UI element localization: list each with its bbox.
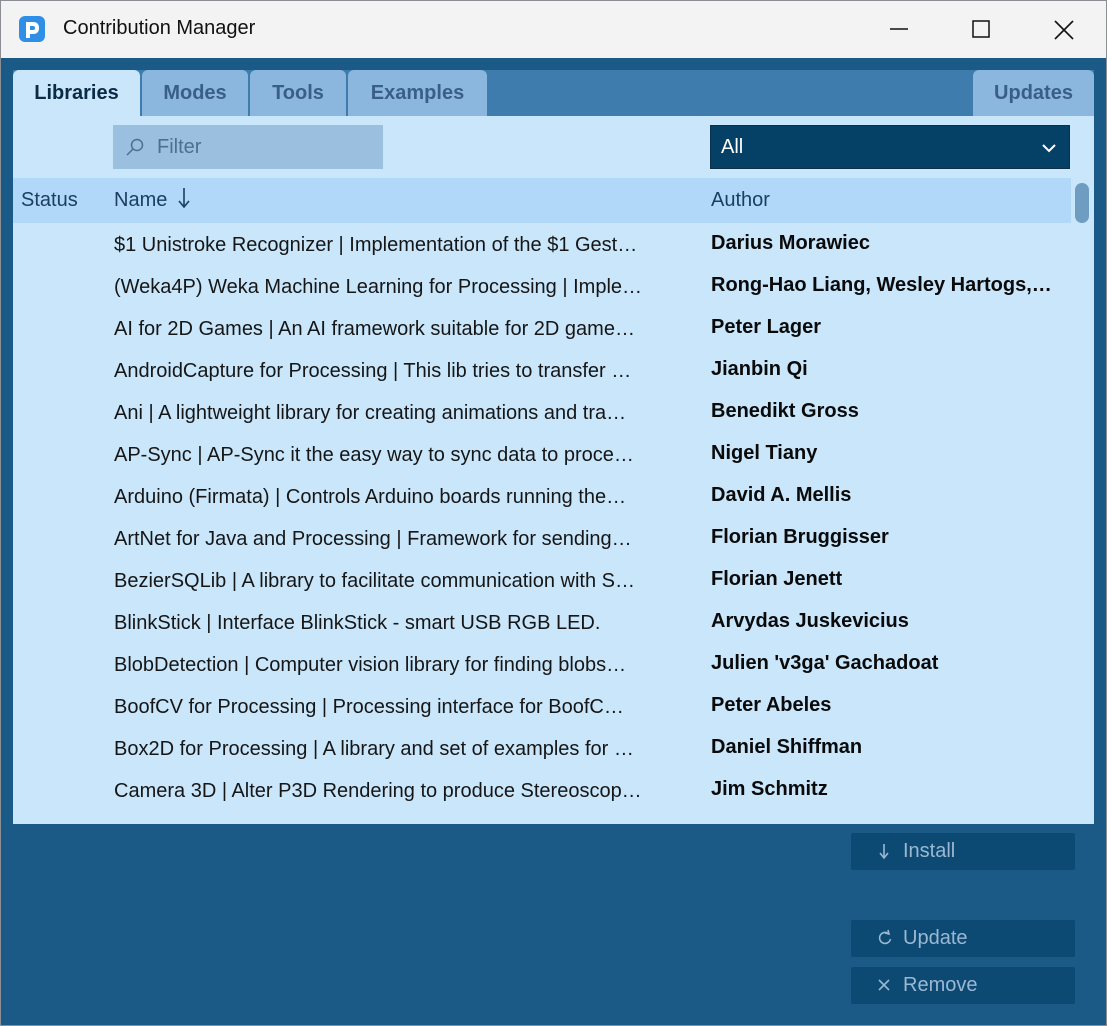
- library-author: Darius Morawiec: [711, 232, 870, 254]
- window-title: Contribution Manager: [63, 17, 256, 39]
- close-icon: [1054, 20, 1074, 40]
- table-row[interactable]: AndroidCapture for Processing | This lib…: [13, 349, 1071, 391]
- library-author: Jianbin Qi: [711, 358, 808, 380]
- tab-libraries[interactable]: Libraries: [13, 70, 140, 116]
- remove-button[interactable]: Remove: [851, 967, 1075, 1004]
- table-row[interactable]: AI for 2D Games | An AI framework suitab…: [13, 307, 1071, 349]
- library-author: Nigel Tiany: [711, 442, 818, 464]
- update-button[interactable]: Update: [851, 920, 1075, 957]
- table-row[interactable]: BlinkStick | Interface BlinkStick - smar…: [13, 601, 1071, 643]
- library-name: (Weka4P) Weka Machine Learning for Proce…: [114, 276, 643, 298]
- remove-label: Remove: [903, 974, 978, 996]
- install-label: Install: [903, 840, 956, 862]
- maximize-icon: [972, 20, 990, 38]
- library-name: ArtNet for Java and Processing | Framewo…: [114, 528, 632, 550]
- filter-input[interactable]: Filter: [113, 125, 383, 169]
- library-author: Jim Schmitz: [711, 778, 828, 800]
- library-name: BezierSQLib | A library to facilitate co…: [114, 570, 635, 592]
- tab-tools[interactable]: Tools: [250, 70, 346, 116]
- library-name: Box2D for Processing | A library and set…: [114, 738, 634, 760]
- library-name: Camera 3D | Alter P3D Rendering to produ…: [114, 780, 642, 802]
- category-selected-value: All: [721, 136, 744, 158]
- chevron-down-icon: [1042, 144, 1056, 153]
- tab-examples[interactable]: Examples: [348, 70, 487, 116]
- library-name: AndroidCapture for Processing | This lib…: [114, 360, 632, 382]
- table-header: Status Name Author: [13, 178, 1071, 223]
- library-name: BlobDetection | Computer vision library …: [114, 654, 627, 676]
- table-row[interactable]: BezierSQLib | A library to facilitate co…: [13, 559, 1071, 601]
- column-header-name[interactable]: Name: [114, 189, 167, 212]
- filter-placeholder: Filter: [157, 136, 202, 158]
- table-row[interactable]: ArtNet for Java and Processing | Framewo…: [13, 517, 1071, 559]
- minimize-icon: [890, 28, 908, 30]
- refresh-icon: [878, 929, 892, 945]
- minimize-button[interactable]: [859, 1, 941, 58]
- update-label: Update: [903, 927, 968, 949]
- libraries-panel: Filter All Status Name Author $1 Unistro…: [13, 116, 1094, 824]
- close-button[interactable]: [1023, 1, 1105, 58]
- table-row[interactable]: Arduino (Firmata) | Controls Arduino boa…: [13, 475, 1071, 517]
- library-name: $1 Unistroke Recognizer | Implementation…: [114, 234, 638, 256]
- column-header-author[interactable]: Author: [711, 189, 770, 212]
- vertical-scrollbar[interactable]: [1071, 178, 1094, 824]
- library-name: Arduino (Firmata) | Controls Arduino boa…: [114, 486, 627, 508]
- table-row[interactable]: BoofCV for Processing | Processing inter…: [13, 685, 1071, 727]
- install-button[interactable]: Install: [851, 833, 1075, 870]
- library-name: BoofCV for Processing | Processing inter…: [114, 696, 624, 718]
- sort-down-arrow-icon: [178, 188, 190, 209]
- category-dropdown[interactable]: All: [710, 125, 1070, 169]
- table-row[interactable]: (Weka4P) Weka Machine Learning for Proce…: [13, 265, 1071, 307]
- table-row[interactable]: Camera 3D | Alter P3D Rendering to produ…: [13, 769, 1071, 811]
- title-bar[interactable]: Contribution Manager: [1, 1, 1106, 58]
- table-row[interactable]: Ani | A lightweight library for creating…: [13, 391, 1071, 433]
- library-author: Julien 'v3ga' Gachadoat: [711, 652, 939, 674]
- library-author: Florian Jenett: [711, 568, 843, 590]
- table-row[interactable]: AP-Sync | AP-Sync it the easy way to syn…: [13, 433, 1071, 475]
- processing-app-icon: [19, 16, 45, 42]
- library-name: AP-Sync | AP-Sync it the easy way to syn…: [114, 444, 634, 466]
- tab-modes[interactable]: Modes: [142, 70, 248, 116]
- library-author: Rong-Hao Liang, Wesley Hartogs,…: [711, 274, 1052, 296]
- library-author: Benedikt Gross: [711, 400, 859, 422]
- library-author: Peter Abeles: [711, 694, 832, 716]
- contribution-content: Libraries Modes Tools Examples Updates F…: [13, 70, 1094, 1013]
- maximize-button[interactable]: [941, 1, 1023, 58]
- table-row[interactable]: Box2D for Processing | A library and set…: [13, 727, 1071, 769]
- library-author: Peter Lager: [711, 316, 822, 338]
- library-author: Florian Bruggisser: [711, 526, 889, 548]
- library-author: Daniel Shiffman: [711, 736, 863, 758]
- library-name: AI for 2D Games | An AI framework suitab…: [114, 318, 635, 340]
- library-list: $1 Unistroke Recognizer | Implementation…: [13, 223, 1071, 824]
- scrollbar-thumb[interactable]: [1075, 183, 1089, 223]
- library-name: Ani | A lightweight library for creating…: [114, 402, 627, 424]
- action-area: Install Update Remove: [13, 824, 1094, 1013]
- table-row[interactable]: BlobDetection | Computer vision library …: [13, 643, 1071, 685]
- library-author: David A. Mellis: [711, 484, 852, 506]
- library-author: Arvydas Juskevicius: [711, 610, 909, 632]
- table-row[interactable]: $1 Unistroke Recognizer | Implementation…: [13, 223, 1071, 265]
- search-icon: [126, 138, 144, 156]
- tab-updates[interactable]: Updates: [973, 70, 1094, 116]
- library-name: BlinkStick | Interface BlinkStick - smar…: [114, 612, 601, 634]
- contribution-manager-window: Contribution Manager Libraries Modes Too…: [0, 0, 1107, 1026]
- close-icon: [878, 979, 890, 991]
- column-header-status[interactable]: Status: [21, 189, 78, 212]
- arrow-down-icon: [879, 844, 889, 860]
